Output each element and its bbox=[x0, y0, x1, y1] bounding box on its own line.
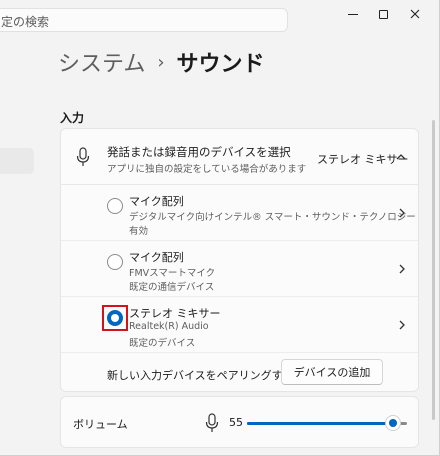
settings-window: 定の検索 システム › サウンド 入力 発話または録音用のデバイスを選択 アプリ… bbox=[0, 0, 440, 456]
search-input[interactable]: 定の検索 bbox=[0, 8, 288, 32]
device-status: 既定のデバイス bbox=[129, 338, 196, 349]
device-status: 有効 bbox=[129, 226, 149, 237]
scrollbar[interactable] bbox=[432, 120, 435, 420]
maximize-icon bbox=[378, 9, 388, 19]
maximize-button[interactable] bbox=[368, 4, 398, 24]
volume-label: ボリューム bbox=[73, 418, 128, 431]
minimize-button[interactable] bbox=[338, 4, 368, 24]
device-radio-selected[interactable] bbox=[107, 310, 123, 326]
input-device-selector[interactable]: 発話または録音用のデバイスを選択 アプリに独自の設定をしている場合があります ス… bbox=[61, 129, 418, 185]
chevron-right-icon[interactable] bbox=[397, 207, 407, 219]
device-status: 既定の通信デバイス bbox=[129, 282, 215, 293]
device-name: ステレオ ミキサー bbox=[129, 307, 221, 320]
volume-slider-fill bbox=[247, 422, 393, 425]
pair-device-row: 新しい入力デバイスをペアリングする デバイスの追加 bbox=[61, 355, 418, 393]
chevron-up-icon[interactable] bbox=[395, 151, 407, 163]
add-device-button[interactable]: デバイスの追加 bbox=[281, 359, 383, 385]
device-description: デジタルマイク向けインテル® スマート・サウンド・テクノロジー bbox=[129, 212, 416, 223]
breadcrumb-separator: › bbox=[157, 51, 165, 73]
close-button[interactable] bbox=[400, 4, 430, 24]
input-device-card: 発話または録音用のデバイスを選択 アプリに独自の設定をしている場合があります ス… bbox=[60, 128, 419, 392]
device-description: Realtek(R) Audio bbox=[129, 321, 209, 332]
volume-card: ボリューム 55 bbox=[60, 396, 419, 448]
microphone-icon bbox=[76, 147, 90, 166]
device-description: FMVスマートマイク bbox=[129, 268, 216, 279]
chevron-right-icon[interactable] bbox=[397, 319, 407, 331]
search-placeholder: 定の検索 bbox=[1, 15, 50, 29]
page-title: サウンド bbox=[176, 52, 265, 77]
pair-device-text: 新しい入力デバイスをペアリングする bbox=[107, 369, 294, 382]
device-name: マイク配列 bbox=[129, 195, 184, 208]
minimize-icon bbox=[348, 13, 358, 15]
volume-value: 55 bbox=[229, 416, 243, 429]
sidebar-selected-item[interactable] bbox=[0, 148, 34, 174]
input-selector-title: 発話または録音用のデバイスを選択 bbox=[107, 145, 291, 159]
breadcrumb: システム › サウンド bbox=[58, 46, 265, 78]
input-section-label: 入力 bbox=[60, 111, 85, 125]
volume-slider[interactable] bbox=[247, 415, 407, 431]
device-name: マイク配列 bbox=[129, 251, 184, 264]
device-radio[interactable] bbox=[107, 198, 123, 214]
device-radio[interactable] bbox=[107, 254, 123, 270]
close-icon bbox=[410, 9, 420, 19]
chevron-right-icon[interactable] bbox=[397, 263, 407, 275]
input-device-row[interactable]: マイク配列 FMVスマートマイク 既定の通信デバイス bbox=[61, 241, 418, 297]
input-selector-subtitle: アプリに独自の設定をしている場合があります bbox=[107, 164, 307, 175]
input-device-row[interactable]: マイク配列 デジタルマイク向けインテル® スマート・サウンド・テクノロジー 有効 bbox=[61, 185, 418, 241]
volume-slider-thumb[interactable] bbox=[385, 415, 401, 431]
input-device-row-selected[interactable]: ステレオ ミキサー Realtek(R) Audio 既定のデバイス bbox=[61, 297, 418, 353]
microphone-icon[interactable] bbox=[205, 413, 219, 433]
breadcrumb-system[interactable]: システム bbox=[58, 46, 145, 78]
